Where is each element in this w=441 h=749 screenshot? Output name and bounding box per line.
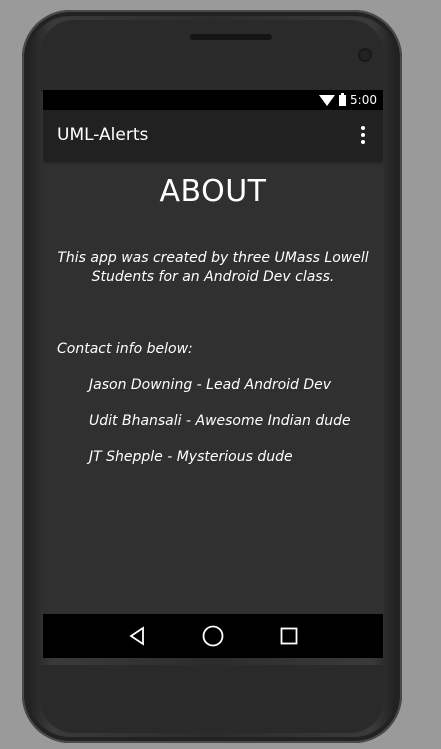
status-time: 5:00 [350, 93, 377, 107]
recents-square-icon[interactable] [277, 624, 301, 648]
overflow-menu-icon[interactable] [357, 122, 369, 148]
contact-heading: Contact info below: [57, 341, 193, 357]
stage: 5:00 UML-Alerts ABOUT This app was creat… [0, 0, 441, 749]
list-item: Udit Bhansali - Awesome Indian dude [89, 413, 351, 429]
page-title: ABOUT [159, 174, 267, 209]
status-bar: 5:00 [43, 90, 383, 110]
list-item: JT Shepple - Mysterious dude [89, 449, 293, 465]
app-bar: UML-Alerts [43, 110, 383, 160]
wifi-icon [319, 94, 336, 106]
battery-icon [339, 92, 347, 106]
speaker-grille [190, 34, 272, 40]
phone-bottom-bezel [40, 665, 384, 733]
front-camera-icon [358, 48, 372, 62]
home-circle-icon[interactable] [201, 624, 225, 648]
contact-list: Jason Downing - Lead Android Dev Udit Bh… [43, 377, 383, 465]
back-triangle-icon[interactable] [125, 624, 149, 648]
about-content: ABOUT This app was created by three UMas… [43, 160, 383, 465]
device-screen: 5:00 UML-Alerts ABOUT This app was creat… [43, 90, 383, 658]
app-title: UML-Alerts [57, 125, 149, 145]
intro-text: This app was created by three UMass Lowe… [57, 250, 369, 285]
list-item: Jason Downing - Lead Android Dev [89, 377, 332, 393]
phone-top-bezel [40, 20, 384, 92]
navigation-bar [43, 614, 383, 658]
